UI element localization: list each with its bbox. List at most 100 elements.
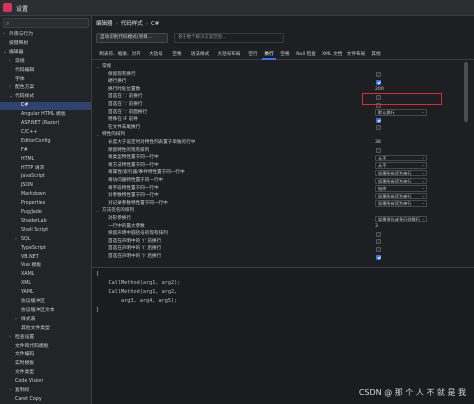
settings-dropdown[interactable]: 始终 [375, 185, 427, 192]
settings-checkbox[interactable] [376, 246, 381, 252]
settings-group-header[interactable]: ⌄ 方法签名的排列 [92, 207, 474, 215]
settings-checkbox[interactable] [376, 148, 381, 154]
tab[interactable]: 空格 [170, 50, 184, 60]
tab[interactable]: 换行 [262, 50, 276, 60]
tab[interactable]: 空行 [246, 50, 260, 60]
tab[interactable]: 大括号布局 [216, 50, 242, 60]
sidebar-item[interactable]: ⌄ 编辑器 [0, 49, 91, 57]
sidebar-item[interactable]: Pug/Jade [0, 209, 91, 217]
settings-checkbox[interactable] [376, 254, 381, 260]
sidebar-item[interactable]: JavaScript [0, 173, 91, 181]
sidebar-item[interactable]: HTTP 请求 [0, 165, 91, 173]
sidebar-item[interactable]: › 检查设置 [0, 334, 91, 342]
sidebar-item[interactable]: Properties [0, 200, 91, 208]
sidebar-item-label: Properties [21, 201, 46, 207]
settings-label: 对记录参数特性置于同一行中 [108, 200, 168, 206]
tab[interactable]: 文件布局 [346, 50, 366, 60]
settings-row: 保留现有换行 [92, 71, 474, 79]
settings-group-header[interactable]: ⌄ 常规 [92, 63, 474, 71]
sidebar-item[interactable]: JSON [0, 182, 91, 190]
settings-dropdown[interactable]: 如果很长或多行则换行 [375, 215, 427, 222]
sidebar-item[interactable]: 按键映射 [0, 40, 91, 48]
sidebar-item[interactable]: 文件编码 [0, 351, 91, 359]
settings-dropdown[interactable]: 如果所有项为单行 [375, 169, 427, 177]
settings-label: 保留现有换行 [108, 71, 136, 77]
app-logo-icon [3, 3, 12, 12]
settings-label: 首选在 '.' 前面换行 [108, 109, 148, 115]
sidebar-item[interactable]: TypeScript [0, 245, 91, 253]
sidebar-item[interactable]: YAML [0, 289, 91, 297]
tab[interactable]: 空格 [278, 50, 292, 60]
tab[interactable]: XML 文档 [322, 50, 342, 60]
settings-number-field[interactable]: 3 [375, 223, 378, 231]
settings-dropdown[interactable]: 如果所有项为单行 [375, 200, 427, 207]
sidebar-item[interactable]: › 外观与行为 [0, 31, 91, 39]
sidebar-item[interactable]: › 样式表 [0, 316, 91, 324]
settings-checkbox[interactable] [376, 117, 381, 123]
sidebar-item[interactable]: 实时模板 [0, 360, 91, 368]
sidebar-item[interactable]: HTML [0, 156, 91, 164]
settings-checkbox[interactable] [376, 79, 381, 85]
sidebar-item[interactable]: 协议缓冲区 [0, 298, 91, 306]
sidebar-item-label: 按键映射 [9, 40, 29, 46]
sidebar-item-label: 协议缓冲区 [21, 299, 45, 304]
settings-row: 将方法特性置于同一行中 从不 [92, 162, 474, 170]
sidebar-item[interactable]: Angular HTML 模板 [0, 111, 91, 119]
sidebar-item[interactable]: › 复制权 [0, 387, 91, 395]
sidebar-item[interactable]: VB.NET [0, 254, 91, 262]
sidebar-item[interactable]: 文件和代码模板 [0, 343, 91, 351]
breadcrumb-item[interactable]: 代码样式 [121, 21, 143, 27]
settings-checkbox[interactable] [376, 239, 381, 245]
sidebar-item[interactable]: 代码编辑 [0, 67, 91, 75]
sidebar-item[interactable]: F# [0, 147, 91, 155]
sidebar-item-label: Angular HTML 模板 [21, 112, 66, 118]
tab[interactable]: 语法样式 [188, 50, 212, 60]
window-title: 设置 [16, 6, 29, 13]
sidebar-item[interactable]: 其他文件类型 [0, 325, 91, 333]
sidebar-item[interactable]: Caret Copy [0, 396, 91, 404]
settings-checkbox[interactable] [376, 125, 381, 131]
sidebar-item[interactable]: 字体 [0, 76, 91, 84]
sidebar-item[interactable]: ⌄ 代码样式 [0, 93, 91, 101]
tab[interactable]: 大括号 [146, 50, 166, 60]
settings-dropdown[interactable]: 如果所有项为单行 [375, 192, 427, 200]
sidebar-item[interactable]: 协议缓冲区文本 [0, 307, 91, 315]
code-line: arg3, arg4, arg5); [96, 298, 178, 304]
sidebar-item[interactable]: ASP.NET (Razor) [0, 120, 91, 128]
sidebar-item[interactable]: › SQL [0, 236, 91, 244]
settings-checkbox[interactable] [376, 231, 381, 237]
sidebar-item-label: XML [21, 281, 32, 287]
settings-search-input[interactable]: ⌕ [3, 18, 89, 28]
sidebar-item[interactable]: ShaderLab [0, 218, 91, 226]
sidebar-item[interactable]: Shell Script [0, 227, 91, 235]
settings-dropdown[interactable]: 从不 [375, 162, 427, 169]
tab[interactable]: 制表符、缩进、对齐 [98, 50, 142, 60]
breadcrumb-item[interactable]: 编辑器 [96, 21, 113, 27]
settings-dropdown[interactable]: 从不 [375, 154, 427, 162]
sidebar-item[interactable]: Code Vision [0, 378, 91, 386]
sidebar-item[interactable]: › 常规 [0, 58, 91, 66]
chevron-down-icon[interactable]: ⌄ [96, 207, 99, 215]
chevron-down-icon[interactable]: ⌄ [96, 131, 99, 139]
sidebar-item[interactable]: XAML [0, 271, 91, 279]
sidebar-item[interactable]: C/C++ [0, 129, 91, 137]
settings-label: 硬行换行 [108, 79, 127, 85]
chevron-down-icon[interactable]: ⌄ [96, 63, 99, 71]
settings-checkbox[interactable] [376, 72, 381, 78]
sidebar-item[interactable]: XML [0, 280, 91, 288]
settings-number-field[interactable]: 38 [375, 139, 381, 147]
sidebar-item[interactable]: › 配色方案 [0, 84, 91, 92]
sidebar-item[interactable]: Markdown [0, 191, 91, 199]
tab[interactable]: Null 检查 [294, 50, 318, 60]
scheme-note[interactable]: 基于数个解决方案范围… [174, 33, 284, 43]
sidebar-item[interactable]: C# [0, 102, 91, 111]
settings-dropdown[interactable]: 如果所有项为单行 [375, 177, 427, 184]
tab[interactable]: 其他 [368, 50, 384, 60]
settings-scrollbar[interactable] [464, 62, 468, 122]
sidebar-item[interactable]: Vue 模板 [0, 262, 91, 270]
sidebar-item[interactable]: EditorConfig [0, 138, 91, 146]
sidebar-item[interactable]: 文件类型 [0, 369, 91, 377]
scheme-select[interactable]: 自动识别代码模式(项目... [96, 33, 168, 43]
settings-group-header[interactable]: ⌄ 特性的排列 [92, 131, 474, 139]
settings-dropdown[interactable]: 默认换行 [375, 109, 427, 116]
